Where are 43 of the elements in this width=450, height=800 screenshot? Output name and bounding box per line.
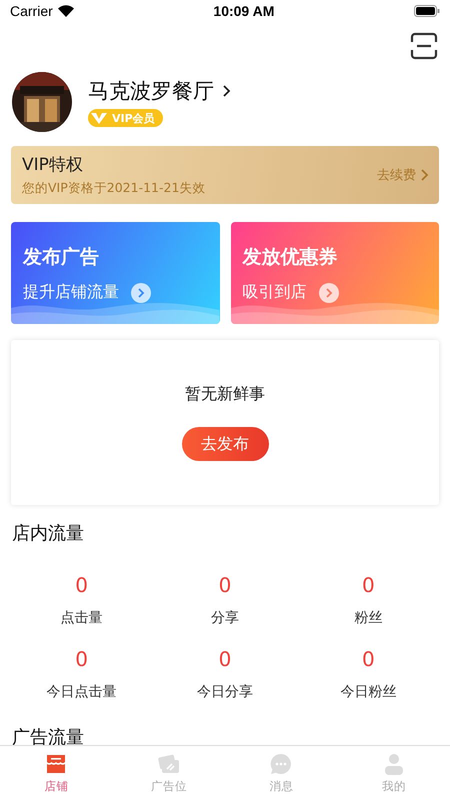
section-title: 店内流量 <box>11 522 85 545</box>
stat-value: 0 <box>75 573 88 597</box>
section-title: 广告流量 <box>11 726 85 749</box>
empty-message: 暂无新鲜事 <box>185 384 265 405</box>
stat-label: 今日分享 <box>196 683 253 701</box>
wifi-icon <box>58 5 74 17</box>
stat-label: 今日粉丝 <box>340 683 396 701</box>
scan-icon[interactable] <box>410 32 438 60</box>
action-title: 发布广告 <box>23 245 100 270</box>
vip-title: VIP特权 <box>22 154 84 176</box>
tab[interactable]: 店铺 <box>0 746 112 800</box>
stat-label: 分享 <box>210 609 239 627</box>
chevron-icon <box>222 84 231 98</box>
action-card[interactable]: 发放优惠券 吸引到店 <box>230 222 439 324</box>
stat-value: 0 <box>362 647 375 671</box>
action-card[interactable]: 发布广告 提升店铺流量 <box>11 222 220 324</box>
arrow-circle-icon <box>131 282 151 302</box>
action-subtitle: 提升店铺流量 <box>23 282 119 303</box>
vip-expiry: 您的VIP资格于2021-11-21失效 <box>22 180 206 197</box>
clock: 10:09 AM <box>213 3 274 19</box>
stat-label: 粉丝 <box>354 609 382 627</box>
stat-value: 0 <box>75 647 88 671</box>
publish-button[interactable]: 去发布 <box>182 427 268 461</box>
action-subtitle: 吸引到店 <box>242 282 306 303</box>
v-icon <box>90 111 108 125</box>
tab[interactable]: 消息 <box>225 746 338 800</box>
ticket-icon <box>156 752 181 776</box>
store-name-link[interactable]: 马克波罗餐厅 <box>88 77 231 105</box>
stat-value: 0 <box>218 573 232 597</box>
chat-icon <box>269 752 294 776</box>
tab[interactable]: 我的 <box>338 746 450 800</box>
action-title: 发放优惠券 <box>242 245 338 270</box>
battery-icon <box>414 5 440 17</box>
tab[interactable]: 广告位 <box>112 746 225 800</box>
arrow-circle-icon <box>318 282 338 302</box>
stat-label: 今日点击量 <box>46 683 117 701</box>
renew-link[interactable]: 去续费 <box>377 166 429 184</box>
stat-label: 点击量 <box>60 609 103 627</box>
stat-value: 0 <box>218 647 232 671</box>
carrier-label: Carrier <box>10 3 53 19</box>
chevron-icon <box>420 168 429 182</box>
vip-badge: VIP会员 <box>88 109 163 127</box>
stat-value: 0 <box>362 573 375 597</box>
